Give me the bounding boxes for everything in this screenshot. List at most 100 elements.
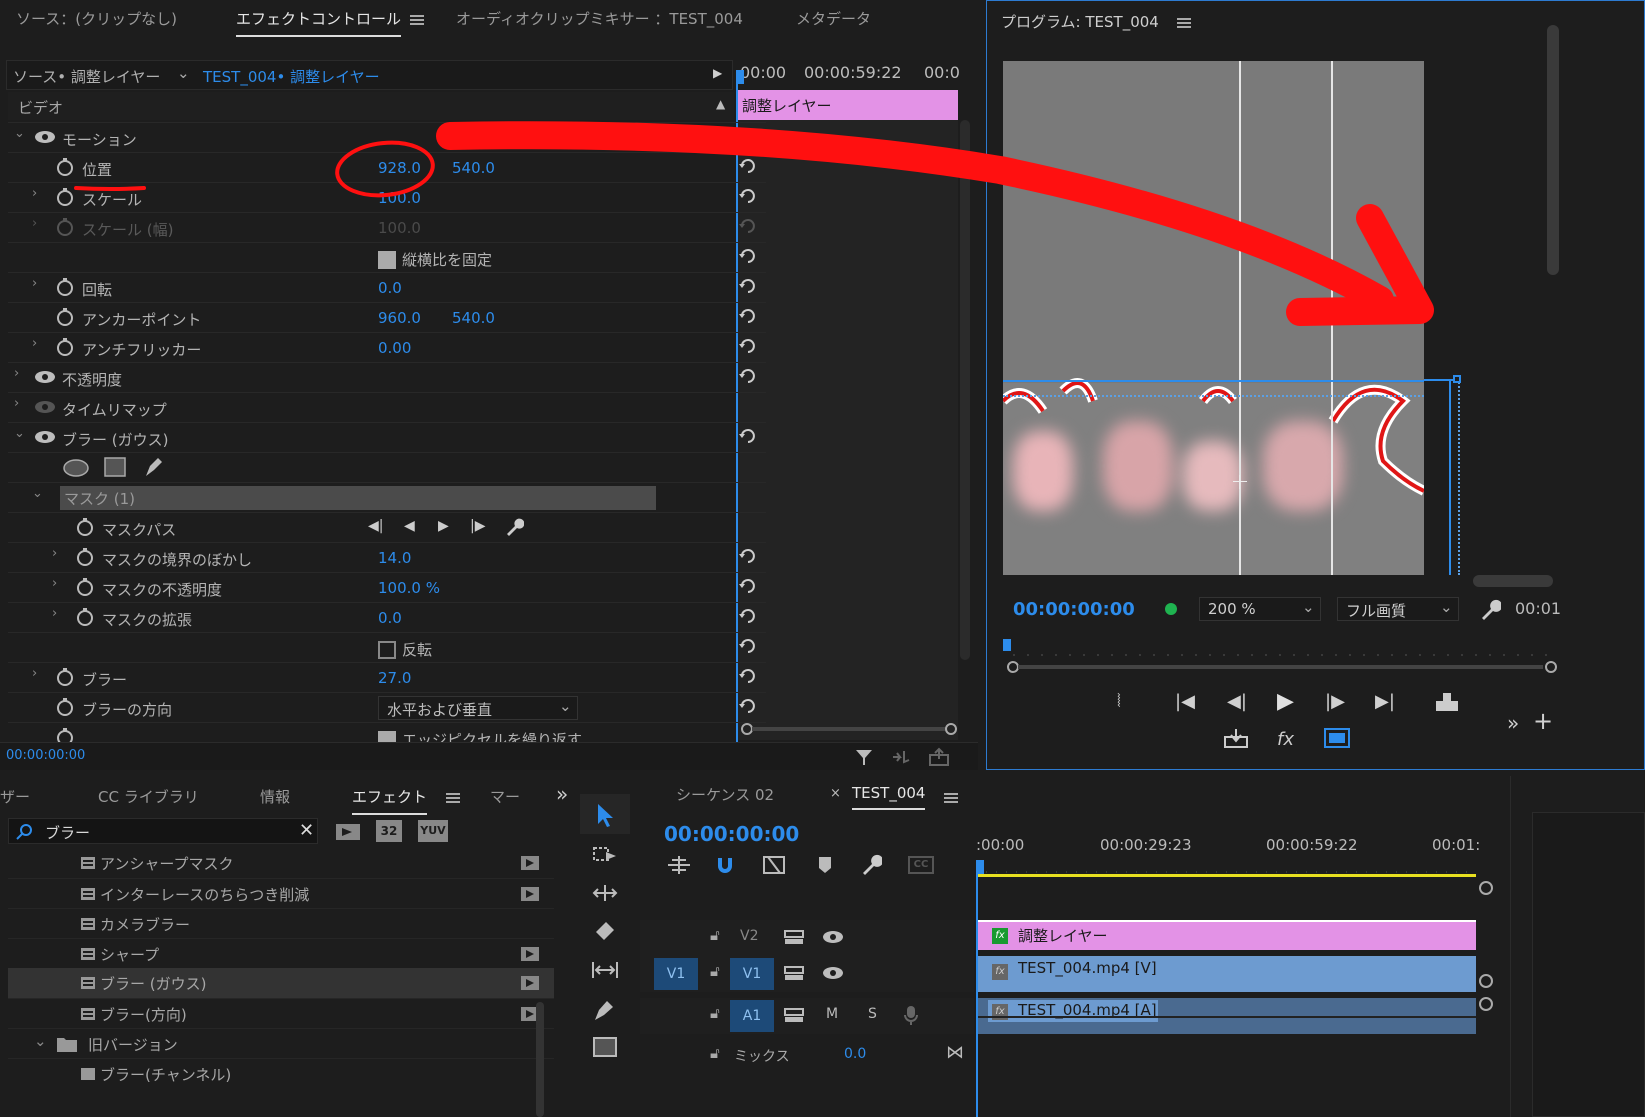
yuv-filter-badge[interactable]: YUV	[418, 820, 448, 842]
tab-test-004[interactable]: TEST_004	[852, 784, 926, 810]
timeline-vscroll[interactable]	[1476, 876, 1496, 1116]
effect-name: ブラー(方向)	[100, 1006, 187, 1024]
accelerated-icon	[521, 856, 539, 870]
folder-legacy[interactable]: ⌄ 旧バージョン	[8, 1028, 554, 1058]
effects-panel: ザー CC ライブラリ 情報 エフェクト マー » ブラー ✕ 32 YUV ア…	[0, 776, 576, 1117]
track-label[interactable]: V2	[740, 928, 758, 944]
effect-icon	[81, 977, 95, 989]
ruler-label: :00:00	[976, 836, 1025, 854]
bowtie-icon[interactable]: ⋈	[946, 1042, 964, 1063]
eye-icon[interactable]	[822, 966, 844, 980]
panel-menu-icon[interactable]	[944, 790, 958, 808]
nest-icon[interactable]	[666, 854, 692, 876]
track-header-v2[interactable]: 🔓︎ V2	[640, 920, 974, 956]
slip-tool-icon[interactable]	[590, 958, 620, 982]
track-header-a1[interactable]: 🔓︎ A1 M S	[640, 998, 974, 1034]
effects-search[interactable]: ブラー ✕	[8, 818, 318, 844]
sync-lock-icon[interactable]	[784, 965, 804, 981]
microphone-icon[interactable]	[904, 1005, 918, 1027]
panel-menu-icon[interactable]	[446, 790, 460, 808]
ripple-edit-tool-icon[interactable]	[592, 882, 618, 904]
32bit-filter-badge[interactable]: 32	[376, 820, 402, 842]
razor-tool-icon[interactable]	[592, 920, 618, 944]
track-target-v1[interactable]: V1	[730, 958, 774, 990]
work-area-bar[interactable]	[976, 874, 1476, 877]
source-patch-v1[interactable]: V1	[654, 958, 698, 990]
search-input[interactable]: ブラー	[45, 822, 90, 843]
more-chevrons-icon[interactable]: »	[556, 782, 568, 806]
ruler-label: 00:01:	[1432, 836, 1481, 854]
clip-audio-a1[interactable]: fx TEST_004.mp4 [A]	[978, 998, 1476, 1034]
effect-icon	[81, 918, 95, 930]
tab-partial[interactable]: ザー	[0, 786, 30, 807]
fx-badge-icon: fx	[992, 964, 1008, 980]
red-annotation-overlay	[74, 121, 1434, 326]
captions-icon[interactable]: CC	[908, 856, 934, 874]
lock-icon[interactable]: 🔓︎	[710, 926, 720, 944]
track-label: ミックス	[734, 1049, 790, 1065]
pen-tool-icon[interactable]	[592, 998, 616, 1022]
close-icon[interactable]: ×	[830, 786, 841, 801]
tab-markers[interactable]: マー	[490, 786, 520, 807]
track-select-tool-icon[interactable]	[592, 844, 618, 866]
fx-badge-icon: fx	[992, 928, 1008, 944]
clip-adjustment-layer[interactable]: fx 調整レイヤー	[978, 920, 1476, 950]
audio-meter-panel	[1532, 812, 1645, 1117]
chevron-down-icon[interactable]: ⌄	[34, 1032, 47, 1050]
lock-icon[interactable]: 🔓︎	[710, 1044, 720, 1062]
list-item[interactable]: シャープ	[8, 938, 554, 968]
solo-button[interactable]: S	[868, 1006, 877, 1022]
effect-name: ブラー(チャンネル)	[100, 1066, 232, 1082]
effect-name: シャープ	[100, 946, 160, 964]
linked-selection-icon[interactable]	[762, 854, 786, 876]
effect-icon	[81, 888, 95, 900]
accelerated-effects-icon[interactable]	[334, 820, 362, 842]
effect-name: ブラー (ガウス)	[100, 975, 207, 993]
list-item[interactable]: ブラー(チャンネル)	[8, 1058, 554, 1082]
effect-name: アンシャープマスク	[100, 855, 234, 873]
rectangle-tool-icon[interactable]	[592, 1036, 618, 1058]
list-item[interactable]: ブラー(方向)	[8, 998, 554, 1028]
tab-cc-libraries[interactable]: CC ライブラリ	[98, 786, 199, 807]
effect-name: カメラブラー	[100, 916, 191, 934]
ruler-label: 00:00:59:22	[1266, 836, 1358, 854]
lock-icon[interactable]: 🔓︎	[710, 962, 720, 980]
mute-button[interactable]: M	[826, 1006, 838, 1022]
accelerated-icon	[521, 947, 539, 961]
close-icon[interactable]: ✕	[299, 820, 314, 841]
timeline-ruler[interactable]: :00:00 00:00:29:23 00:00:59:22 00:01:	[976, 832, 1480, 878]
lock-icon[interactable]: 🔓︎	[710, 1004, 720, 1022]
folder-icon	[57, 1038, 77, 1052]
track-header-v1[interactable]: V1 🔓︎ V1	[640, 956, 974, 992]
wrench-icon[interactable]	[860, 854, 882, 876]
clip-video-v1[interactable]: fx TEST_004.mp4 [V]	[978, 956, 1476, 992]
folder-name: 旧バージョン	[88, 1036, 178, 1054]
tab-info[interactable]: 情報	[260, 786, 290, 807]
effects-scrollbar[interactable]	[536, 1002, 544, 1117]
snap-magnet-icon[interactable]	[714, 854, 736, 876]
audio-volume-line	[978, 1016, 1476, 1018]
tools-panel	[580, 776, 630, 1117]
clip-label: 調整レイヤー	[1018, 927, 1108, 945]
list-item-selected[interactable]: ブラー (ガウス)	[8, 968, 554, 998]
list-item[interactable]: カメラブラー	[8, 908, 554, 938]
list-item[interactable]: インターレースのちらつき削減	[8, 878, 554, 908]
eye-icon[interactable]	[822, 930, 844, 944]
selection-tool-icon[interactable]	[594, 802, 616, 828]
add-marker-icon[interactable]	[816, 854, 834, 876]
list-item[interactable]: アンシャープマスク	[8, 848, 554, 878]
sync-lock-icon[interactable]	[784, 929, 804, 945]
track-target-a1[interactable]: A1	[730, 1000, 774, 1032]
tab-sequence-02[interactable]: シーケンス 02	[676, 784, 774, 805]
effect-name: インターレースのちらつき削減	[100, 886, 310, 904]
tab-effects[interactable]: エフェクト	[352, 786, 428, 815]
ruler-label: 00:00:29:23	[1100, 836, 1192, 854]
sync-lock-icon[interactable]	[784, 1007, 804, 1023]
mix-volume-value[interactable]: 0.0	[844, 1046, 866, 1062]
effect-icon	[81, 857, 95, 869]
timeline-timecode[interactable]: 00:00:00:00	[664, 822, 799, 846]
timeline-panel: シーケンス 02 × TEST_004 00:00:00:00 CC :00:0…	[640, 776, 1645, 1117]
clip-label: TEST_004.mp4 [V]	[1018, 959, 1157, 977]
effect-icon	[81, 948, 95, 960]
track-header-mix[interactable]: 🔓︎ ミックス 0.0 ⋈	[640, 1038, 974, 1074]
